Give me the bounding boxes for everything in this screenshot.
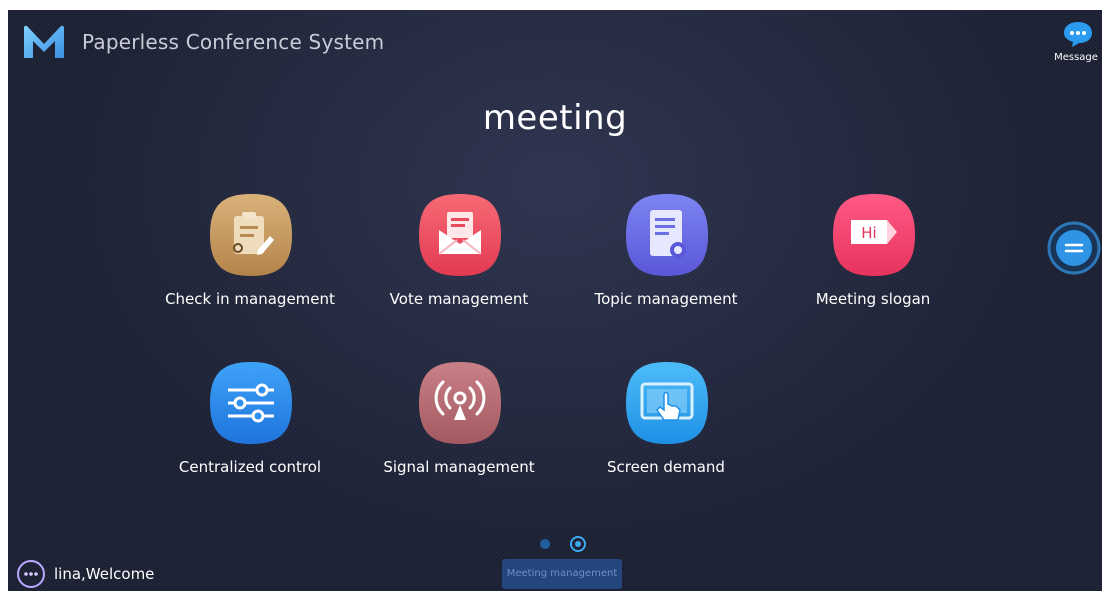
- message-button[interactable]: Message: [1050, 16, 1102, 66]
- broadcast-signal-icon: [417, 360, 503, 446]
- touch-screen-icon: [624, 360, 710, 446]
- m-logo-icon: [22, 24, 66, 60]
- message-label: Message: [1054, 52, 1098, 63]
- tile-screen-demand[interactable]: Screen demand: [566, 360, 766, 500]
- menu-lines-icon: [1047, 221, 1101, 275]
- tile-label: Meeting slogan: [815, 290, 931, 308]
- tile-centralized-control[interactable]: Centralized control: [150, 360, 350, 500]
- side-menu-handle[interactable]: [1046, 220, 1102, 276]
- user-menu-button[interactable]: [16, 559, 46, 589]
- tile-check-in-management[interactable]: Check in management: [150, 192, 350, 332]
- tile-signal-management[interactable]: Signal management: [359, 360, 559, 500]
- hi-banner-icon: Hi: [831, 192, 917, 278]
- tile-label: Screen demand: [607, 458, 725, 476]
- tile-label: Topic management: [594, 290, 738, 308]
- welcome-text: lina,Welcome: [54, 565, 155, 583]
- tile-label: Centralized control: [178, 458, 322, 476]
- sliders-icon: [208, 360, 294, 446]
- tile-meeting-slogan[interactable]: Hi Meeting slogan: [773, 192, 973, 332]
- app-screen: Paperless Conference System Message meet…: [8, 10, 1102, 591]
- app-title: Paperless Conference System: [82, 30, 385, 54]
- tile-topic-management[interactable]: Topic management: [566, 192, 766, 332]
- svg-text:Hi: Hi: [861, 224, 876, 242]
- tile-label: Signal management: [383, 458, 535, 476]
- page-indicator: [532, 534, 592, 554]
- clipboard-pen-icon: [208, 192, 294, 278]
- envelope-letter-icon: [417, 192, 503, 278]
- tile-vote-management[interactable]: Vote management: [359, 192, 559, 332]
- page-caption: Meeting management: [502, 559, 622, 589]
- more-dots-icon: [17, 560, 45, 588]
- page-dot-1[interactable]: [540, 539, 550, 549]
- tile-label: Vote management: [389, 290, 529, 308]
- document-gear-icon: [624, 192, 710, 278]
- tile-label: Check in management: [165, 290, 335, 308]
- page-title: meeting: [482, 98, 628, 138]
- page-dot-2-active[interactable]: [570, 536, 586, 552]
- chat-bubble-icon: [1062, 20, 1094, 48]
